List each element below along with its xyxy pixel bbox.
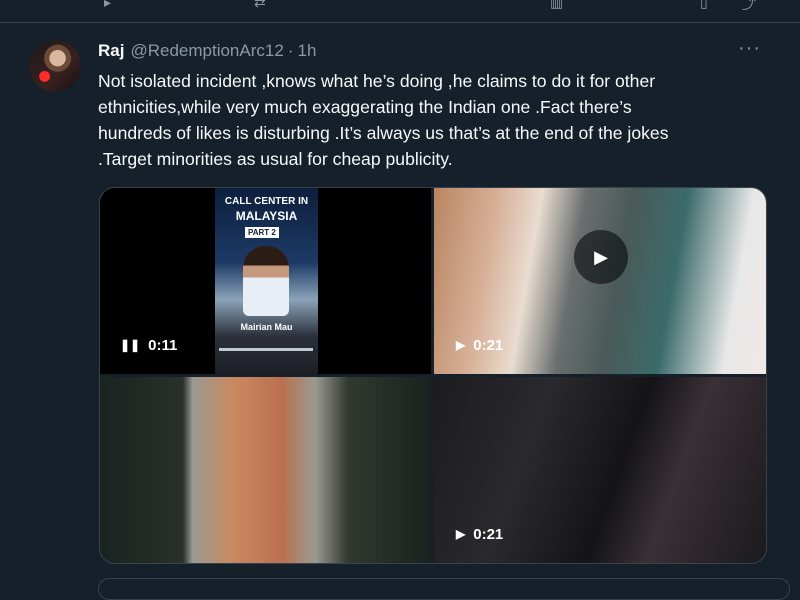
- video-duration-badge[interactable]: ▶ 0:21: [456, 523, 503, 545]
- video-thumbnail-2[interactable]: ▶ ▶ 0:21 ♡: [434, 188, 766, 374]
- play-button-icon[interactable]: ▶: [574, 230, 628, 284]
- video-duration: 0:21: [473, 336, 504, 354]
- video-thumbnail-3[interactable]: [100, 377, 431, 563]
- video-thumbnail-4[interactable]: ▶ 0:21: [434, 377, 766, 563]
- poster-progress-bar: [219, 348, 313, 351]
- video-thumbnail-1[interactable]: CALL CENTER IN MALAYSIA PART 2 Mairian M…: [100, 188, 431, 374]
- views-icon[interactable]: ▥: [550, 0, 566, 10]
- play-icon[interactable]: ▶: [456, 527, 465, 541]
- play-icon[interactable]: ▶: [456, 338, 465, 352]
- heart-icon: ♡: [745, 350, 760, 367]
- tweet-text: Not isolated incident ,knows what he’s d…: [98, 71, 669, 169]
- poster-part-label: PART 2: [245, 227, 279, 238]
- video-duration-badge[interactable]: ▶ 0:21: [456, 334, 503, 356]
- video-poster: CALL CENTER IN MALAYSIA PART 2 Mairian M…: [215, 188, 318, 374]
- video-duration-badge[interactable]: ❚❚ 0:11: [120, 334, 177, 356]
- media-grid: CALL CENTER IN MALAYSIA PART 2 Mairian M…: [99, 187, 767, 564]
- reply-icon[interactable]: ▸: [104, 0, 120, 10]
- tweet-time[interactable]: 1h: [297, 41, 316, 61]
- poster-title-line2: MALAYSIA: [235, 209, 298, 223]
- tweet-header: Raj @RedemptionArc12 · 1h: [98, 40, 316, 62]
- avatar[interactable]: [29, 40, 81, 92]
- tweet[interactable]: Raj @RedemptionArc12 · 1h ··· Not isolat…: [0, 23, 800, 587]
- pause-icon[interactable]: ❚❚: [120, 338, 140, 352]
- share-icon[interactable]: ⤴: [742, 0, 758, 12]
- video-duration: 0:21: [473, 525, 504, 543]
- poster-caption: Mairian Mau: [240, 322, 293, 332]
- author-handle[interactable]: @RedemptionArc12: [130, 41, 283, 61]
- poster-person-image: [243, 246, 289, 316]
- video-duration: 0:11: [148, 336, 178, 354]
- separator-dot: ·: [287, 41, 294, 60]
- next-element-edge: [98, 578, 790, 600]
- previous-tweet-actions: ▸ ⇄ ▥ ▯ ⤴: [0, 0, 800, 22]
- more-options-icon[interactable]: ···: [738, 37, 761, 60]
- author-name[interactable]: Raj: [98, 41, 124, 61]
- bookmark-icon[interactable]: ▯: [700, 0, 716, 10]
- poster-title-line1: CALL CENTER IN: [224, 196, 309, 207]
- retweet-icon[interactable]: ⇄: [254, 0, 270, 10]
